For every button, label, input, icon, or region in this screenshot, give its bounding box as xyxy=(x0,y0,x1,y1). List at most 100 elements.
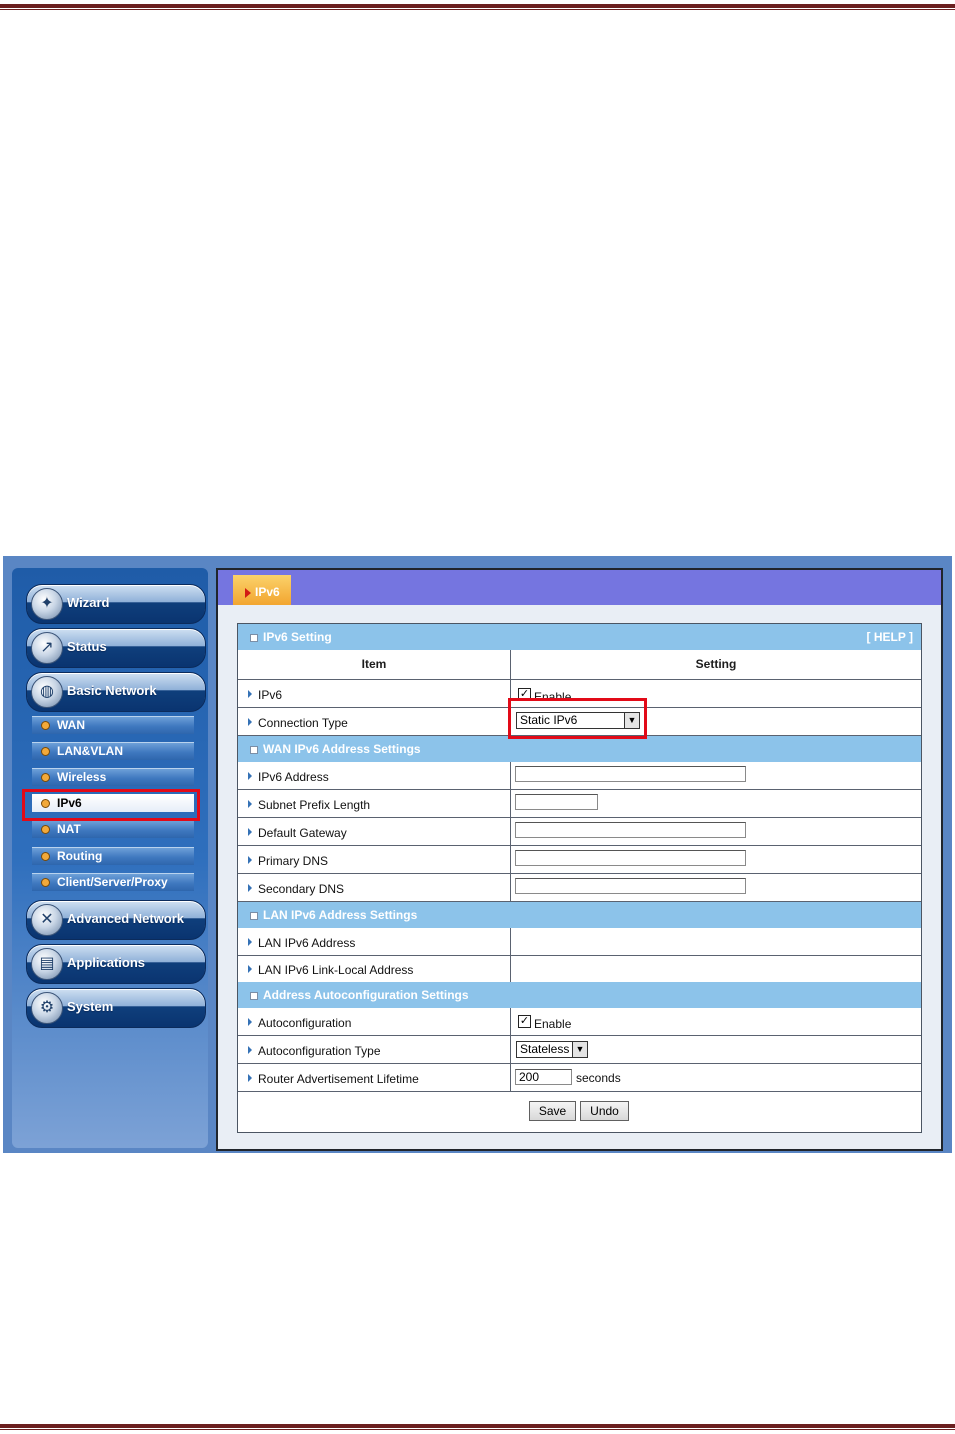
table-row-primary-dns: Primary DNS xyxy=(238,846,921,874)
subnet-prefix-input[interactable] xyxy=(515,794,598,810)
sidebar-item-nat[interactable]: NAT xyxy=(32,820,194,838)
sidebar-item-label: LAN&VLAN xyxy=(57,744,123,758)
undo-button[interactable]: Undo xyxy=(580,1101,629,1121)
row-label: LAN IPv6 Link-Local Address xyxy=(258,963,414,977)
apps-icon: ▤ xyxy=(31,948,63,980)
row-label: Autoconfiguration Type xyxy=(258,1043,381,1058)
section-autoconfig: Address Autoconfiguration Settings xyxy=(238,982,921,1008)
chevron-down-icon: ▼ xyxy=(572,1042,587,1057)
sidebar-item-wan[interactable]: WAN xyxy=(32,716,194,734)
nav-applications-label: Applications xyxy=(67,955,146,970)
page-rule-bottom-thin xyxy=(0,1429,955,1430)
table-row-subnet-prefix: Subnet Prefix Length xyxy=(238,790,921,818)
section-title: Address Autoconfiguration Settings xyxy=(263,988,469,1002)
row-label: Default Gateway xyxy=(258,825,347,840)
arrow-icon xyxy=(248,883,252,892)
wand-icon: ✦ xyxy=(31,588,63,620)
save-button[interactable]: Save xyxy=(529,1101,576,1121)
ipv6-address-input[interactable] xyxy=(515,766,746,782)
bullet-icon xyxy=(41,773,50,782)
router-ui-screenshot: ✦ Wizard ↗ Status ◍ Basic Network WAN LA… xyxy=(3,556,952,1153)
row-label: Primary DNS xyxy=(258,853,329,868)
sidebar-item-client-server-proxy[interactable]: Client/Server/Proxy xyxy=(32,873,194,891)
sidebar-item-label: NAT xyxy=(57,822,81,836)
col-item-header: Item xyxy=(238,650,511,679)
ra-lifetime-input[interactable]: 200 xyxy=(515,1069,572,1085)
table-row-lan-ipv6-address: LAN IPv6 Address xyxy=(238,928,921,956)
nav-advanced-network[interactable]: ✕ Advanced Network xyxy=(26,900,206,940)
help-link[interactable]: [ HELP ] xyxy=(867,630,913,644)
nav-status[interactable]: ↗ Status xyxy=(26,628,206,668)
arrow-icon xyxy=(248,1017,252,1026)
autoconf-enable-checkbox[interactable]: ✓ xyxy=(518,1015,531,1028)
tab-ipv6[interactable]: IPv6 xyxy=(233,575,291,605)
banner: IPv6 xyxy=(218,570,941,605)
content-area: IPv6 IPv6 Setting [ HELP ] Item Setting … xyxy=(216,568,943,1151)
arrow-icon xyxy=(248,799,252,808)
bullet-icon xyxy=(41,747,50,756)
table-row-lan-ipv6-linklocal: LAN IPv6 Link-Local Address xyxy=(238,956,921,983)
section-square-icon xyxy=(250,634,258,642)
sidebar-item-routing[interactable]: Routing xyxy=(32,847,194,865)
highlight-connection-type xyxy=(508,698,647,739)
arrow-icon xyxy=(248,855,252,864)
tools-icon: ✕ xyxy=(31,904,63,936)
section-wan-ipv6: WAN IPv6 Address Settings xyxy=(238,736,921,762)
arrow-icon xyxy=(248,937,252,946)
section-title: WAN IPv6 Address Settings xyxy=(263,742,421,756)
sidebar-item-wireless[interactable]: Wireless xyxy=(32,768,194,786)
row-label: IPv6 xyxy=(258,687,283,702)
arrow-icon xyxy=(248,771,252,780)
secondary-dns-input[interactable] xyxy=(515,878,746,894)
bullet-icon xyxy=(41,878,50,887)
nav-advanced-network-label: Advanced Network xyxy=(67,911,185,926)
table-row-ra-lifetime: Router Advertisement Lifetime 200 second… xyxy=(238,1064,921,1092)
section-square-icon xyxy=(250,992,258,1000)
section-square-icon xyxy=(250,912,258,920)
bullet-icon xyxy=(41,825,50,834)
table-row-ipv6-address: IPv6 Address xyxy=(238,762,921,790)
section-title: IPv6 Setting xyxy=(263,630,332,644)
nav-status-label: Status xyxy=(67,639,107,654)
section-lan-ipv6: LAN IPv6 Address Settings xyxy=(238,902,921,928)
ra-lifetime-unit: seconds xyxy=(576,1071,621,1085)
sidebar-item-lan-vlan[interactable]: LAN&VLAN xyxy=(32,742,194,760)
row-label: Secondary DNS xyxy=(258,881,345,896)
sidebar-item-label: WAN xyxy=(57,718,85,732)
table-row-autoconf-type: Autoconfiguration Type Stateless ▼ xyxy=(238,1036,921,1064)
primary-dns-input[interactable] xyxy=(515,850,746,866)
row-label: IPv6 Address xyxy=(258,769,329,784)
arrow-icon xyxy=(248,827,252,836)
page-rule-top xyxy=(0,4,955,8)
row-label: Connection Type xyxy=(258,715,348,730)
nav-basic-network-label: Basic Network xyxy=(67,683,157,698)
autoconf-type-value: Stateless xyxy=(520,1042,570,1056)
nav-wizard-label: Wizard xyxy=(67,595,110,610)
default-gateway-input[interactable] xyxy=(515,822,746,838)
autoconf-type-select[interactable]: Stateless ▼ xyxy=(516,1041,588,1058)
col-setting-header: Setting xyxy=(695,657,737,671)
nav-applications[interactable]: ▤ Applications xyxy=(26,944,206,984)
arrow-icon xyxy=(248,717,252,726)
table-row-autoconfiguration: Autoconfiguration ✓ Enable xyxy=(238,1008,921,1036)
nav-system[interactable]: ⚙ System xyxy=(26,988,206,1028)
row-label: Autoconfiguration xyxy=(258,1015,352,1030)
sidebar-item-label: Wireless xyxy=(57,770,107,784)
section-title: LAN IPv6 Address Settings xyxy=(263,908,418,922)
page-rule-top-thin xyxy=(0,9,955,10)
page-rule-bottom xyxy=(0,1424,955,1428)
nav-wizard[interactable]: ✦ Wizard xyxy=(26,584,206,624)
chart-icon: ↗ xyxy=(31,632,63,664)
arrow-icon xyxy=(248,1045,252,1054)
arrow-icon xyxy=(248,1073,252,1082)
section-square-icon xyxy=(250,746,258,754)
autoconf-enable-label: Enable xyxy=(534,1017,572,1031)
system-icon: ⚙ xyxy=(31,992,63,1024)
sidebar-item-label: Routing xyxy=(57,849,103,863)
arrow-right-icon xyxy=(245,588,251,598)
nav-basic-network[interactable]: ◍ Basic Network xyxy=(26,672,206,712)
table-header: Item Setting xyxy=(238,650,921,680)
arrow-icon xyxy=(248,965,252,973)
row-label: Subnet Prefix Length xyxy=(258,797,371,812)
row-label: Router Advertisement Lifetime xyxy=(258,1071,419,1086)
